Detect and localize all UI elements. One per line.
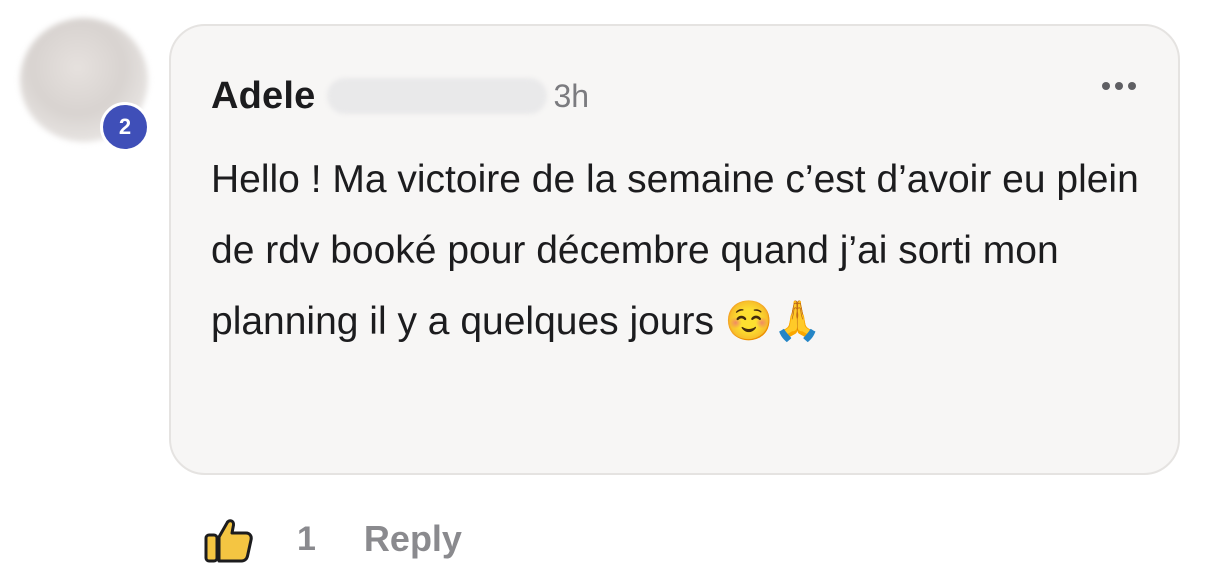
dot <box>1102 82 1110 90</box>
comment-timestamp[interactable]: 3h <box>553 78 589 115</box>
comment-header: Adele 3h <box>211 72 589 120</box>
comment-actions: 1 Reply <box>203 508 462 570</box>
avatar-container[interactable]: 2 <box>20 18 152 152</box>
thumbs-up-icon[interactable] <box>203 513 255 565</box>
like-count: 1 <box>297 519 316 558</box>
comment-text: Hello ! Ma victoire de la semaine c’est … <box>211 158 1139 343</box>
more-options-icon[interactable] <box>1102 82 1136 90</box>
reply-button[interactable]: Reply <box>364 518 462 560</box>
dot <box>1128 82 1136 90</box>
dot <box>1115 82 1123 90</box>
author-name[interactable]: Adele <box>211 75 315 118</box>
avatar-level-badge: 2 <box>100 102 150 152</box>
comment-bubble: Adele 3h Hello ! Ma victoire de la semai… <box>169 24 1180 475</box>
author-surname-redacted <box>327 78 548 114</box>
